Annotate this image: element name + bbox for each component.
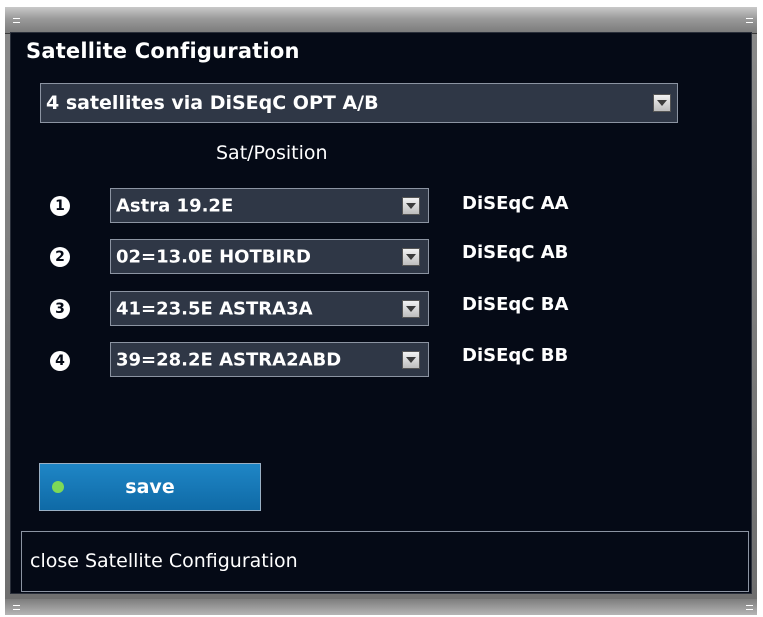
row-number-badge: 1 bbox=[50, 196, 70, 216]
satellite-select-2[interactable]: 02=13.0E HOTBIRD bbox=[110, 239, 429, 274]
column-header-sat-position: Sat/Position bbox=[216, 142, 328, 164]
window-bottom-bar bbox=[5, 599, 757, 615]
dropdown-arrow-icon[interactable] bbox=[402, 196, 420, 215]
satellite-select-value: 41=23.5E ASTRA3A bbox=[116, 298, 313, 319]
satellite-select-3[interactable]: 41=23.5E ASTRA3A bbox=[110, 291, 429, 326]
satellite-select-value: 39=28.2E ASTRA2ABD bbox=[116, 349, 342, 370]
row-number-badge: 2 bbox=[50, 247, 70, 267]
window-titlebar[interactable] bbox=[5, 7, 757, 34]
grip-bottom-right-icon bbox=[746, 605, 753, 610]
mode-select[interactable]: 4 satellites via DiSEqC OPT A/B bbox=[40, 83, 678, 123]
dialog-title: Satellite Configuration bbox=[26, 39, 300, 63]
row-number-badge: 4 bbox=[50, 351, 70, 371]
satellite-select-1[interactable]: Astra 19.2E bbox=[110, 188, 429, 223]
row-number-badge: 3 bbox=[50, 299, 70, 319]
dropdown-arrow-icon[interactable] bbox=[402, 350, 420, 369]
diseqc-label: DiSEqC AA bbox=[462, 193, 569, 214]
mode-select-value: 4 satellites via DiSEqC OPT A/B bbox=[46, 92, 379, 114]
save-button[interactable]: save bbox=[39, 463, 261, 511]
satellite-select-value: 02=13.0E HOTBIRD bbox=[116, 246, 311, 267]
dropdown-arrow-icon[interactable] bbox=[402, 247, 420, 266]
diseqc-label: DiSEqC BA bbox=[462, 294, 569, 315]
status-bar[interactable]: close Satellite Configuration bbox=[21, 531, 749, 592]
status-text: close Satellite Configuration bbox=[30, 550, 298, 572]
diseqc-label: DiSEqC AB bbox=[462, 242, 569, 263]
config-panel: Satellite Configuration 4 satellites via… bbox=[10, 32, 752, 594]
dropdown-arrow-icon[interactable] bbox=[653, 94, 671, 112]
satellite-select-value: Astra 19.2E bbox=[116, 195, 234, 216]
grip-right-icon bbox=[746, 18, 753, 23]
grip-bottom-left-icon bbox=[13, 605, 20, 610]
grip-left-icon bbox=[13, 18, 20, 23]
diseqc-label: DiSEqC BB bbox=[462, 345, 569, 366]
dropdown-arrow-icon[interactable] bbox=[402, 299, 420, 318]
satellite-select-4[interactable]: 39=28.2E ASTRA2ABD bbox=[110, 342, 429, 377]
save-button-label: save bbox=[125, 476, 175, 498]
